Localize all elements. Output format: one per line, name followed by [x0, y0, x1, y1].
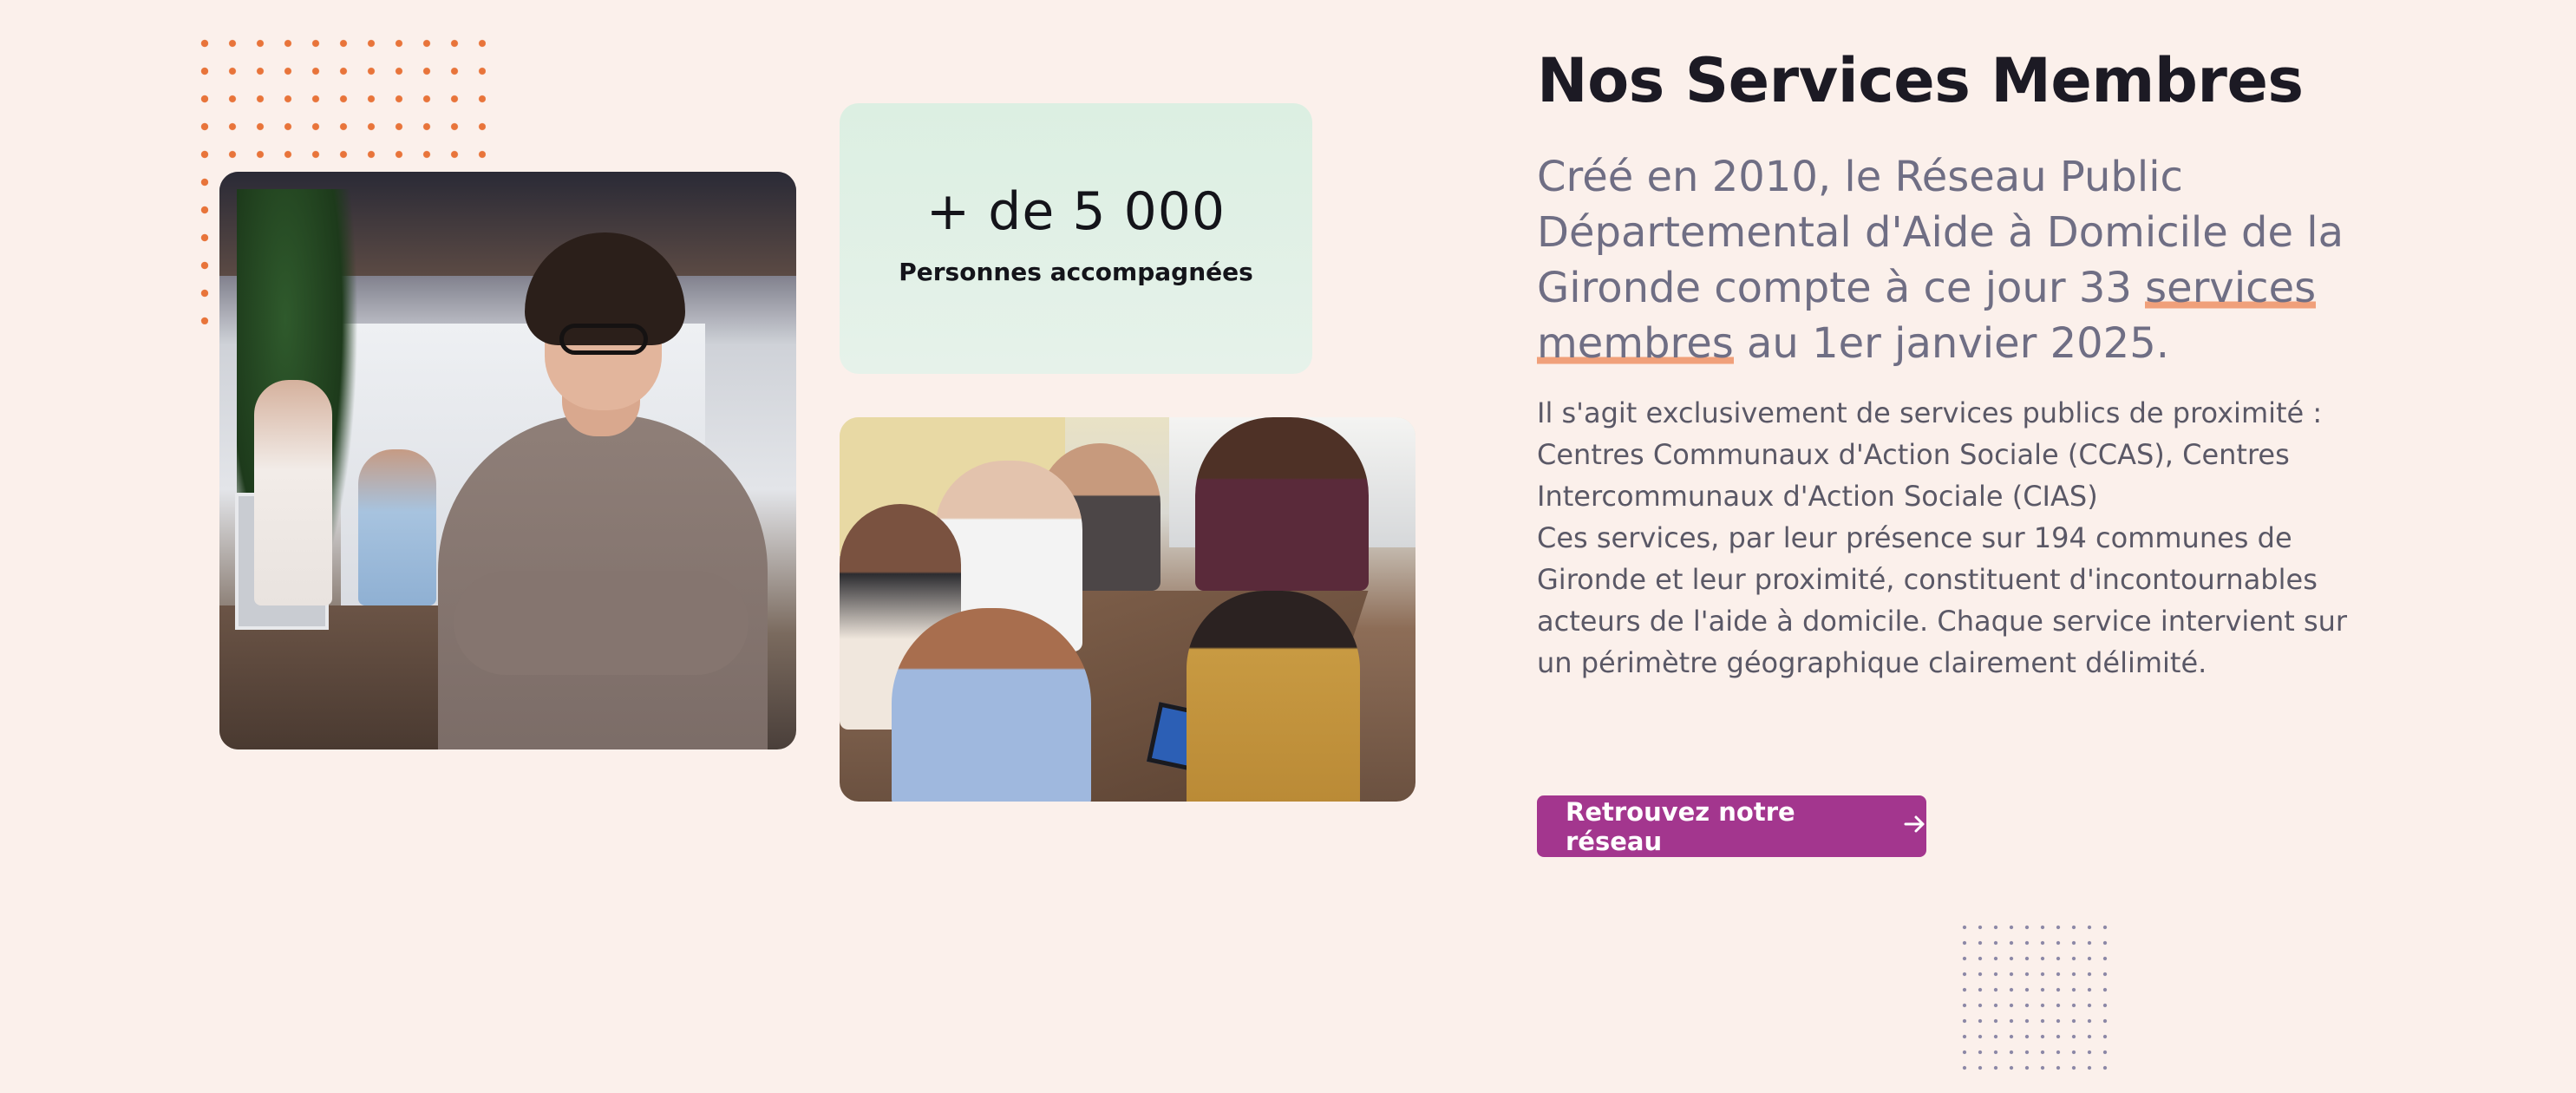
section-lead: Créé en 2010, le Réseau Public Départeme… — [1537, 149, 2404, 371]
arrow-right-icon — [1904, 811, 1926, 841]
stat-label: Personnes accompagnées — [899, 258, 1253, 286]
find-network-button[interactable]: Retrouvez notre réseau — [1537, 795, 1926, 857]
find-network-button-label: Retrouvez notre réseau — [1566, 796, 1795, 856]
orange-dot-column — [191, 29, 208, 324]
stat-number: + de 5 000 — [925, 181, 1226, 242]
lead-text-end: au 1er janvier 2025. — [1733, 319, 2169, 368]
section-title: Nos Services Membres — [1537, 45, 2304, 116]
description-paragraph-1: Il s'agit exclusivement de services publ… — [1537, 396, 2323, 513]
grey-dot-pattern — [1957, 920, 2113, 1076]
section-description: Il s'agit exclusivement de services publ… — [1537, 392, 2370, 684]
office-woman-photo — [219, 172, 796, 749]
description-paragraph-2: Ces services, par leur présence sur 194 … — [1537, 521, 2348, 679]
stat-card: + de 5 000 Personnes accompagnées — [840, 103, 1312, 374]
team-meeting-photo — [840, 417, 1415, 802]
